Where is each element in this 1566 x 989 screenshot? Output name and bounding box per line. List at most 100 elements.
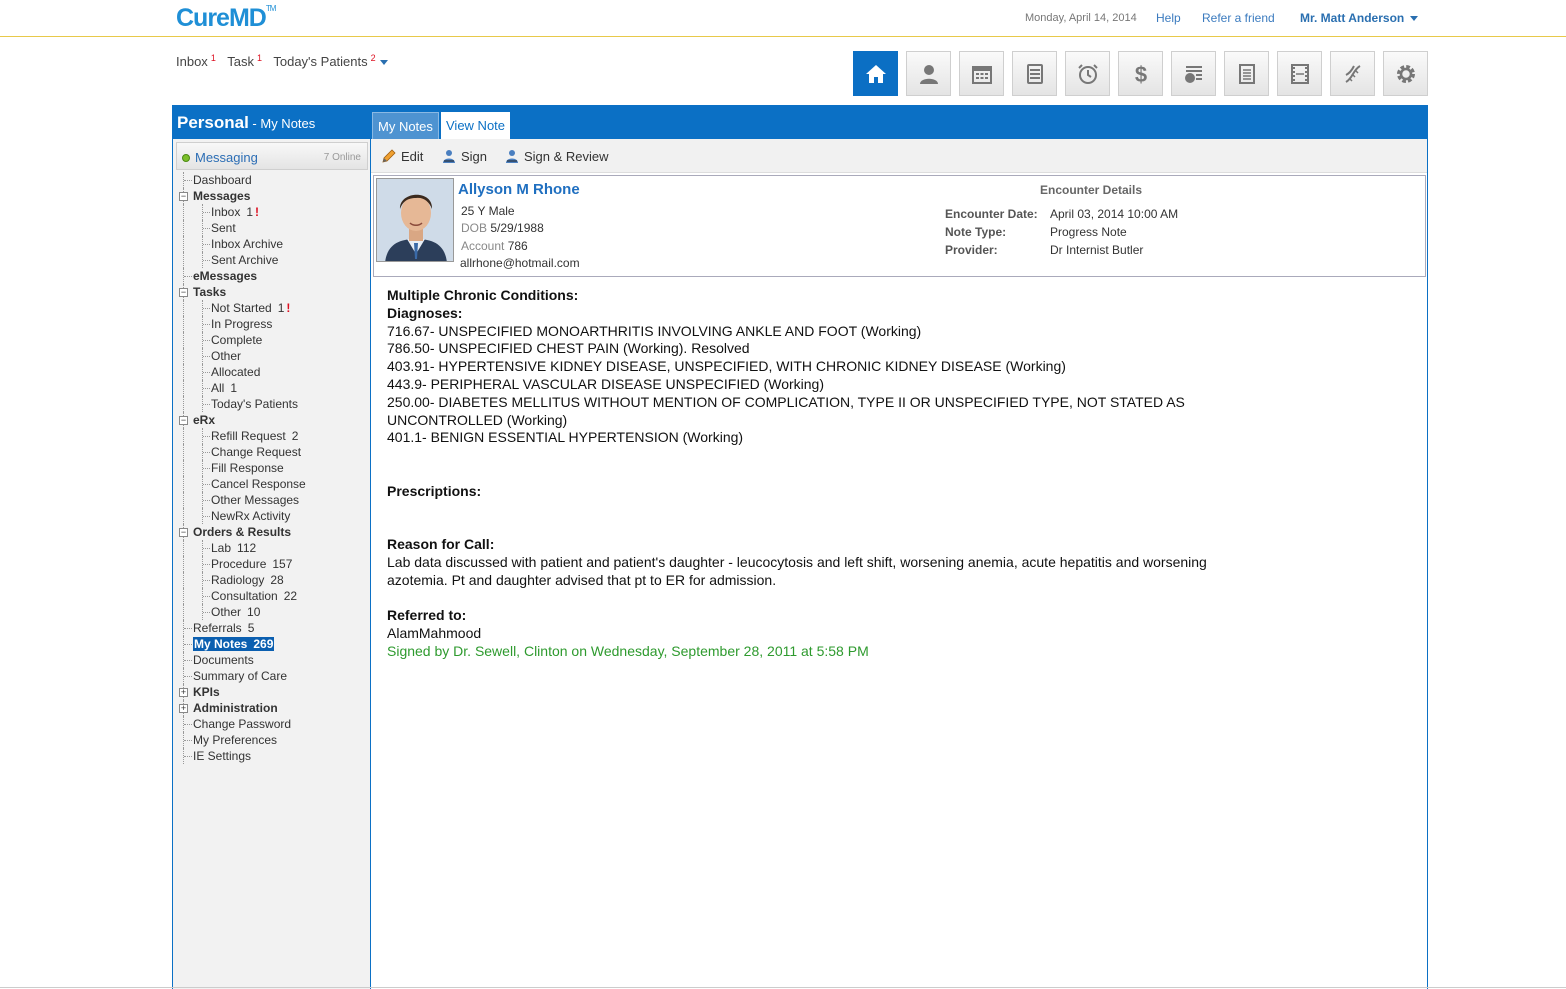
sidebar-item-label: eRx xyxy=(193,413,216,427)
sidebar-item-fill-response[interactable]: Fill Response xyxy=(177,460,367,476)
sidebar-item-all[interactable]: All 1 xyxy=(177,380,367,396)
tree-line xyxy=(183,588,184,604)
sidebar-item-my-preferences[interactable]: My Preferences xyxy=(177,732,367,748)
tree-line xyxy=(203,308,210,309)
tree-line xyxy=(203,372,210,373)
sidebar-item-messages[interactable]: − Messages xyxy=(177,188,367,204)
user-menu[interactable]: Mr. Matt Anderson xyxy=(1300,11,1419,25)
sidebar-item-erx[interactable]: − eRx xyxy=(177,412,367,428)
sidebar-item-lab[interactable]: Lab 112 xyxy=(177,540,367,556)
sidebar-item-label: Sent xyxy=(211,221,236,235)
alert-icon: ! xyxy=(255,205,260,219)
billing-dollar-button[interactable]: $ xyxy=(1118,51,1163,96)
tab-my-notes[interactable]: My Notes xyxy=(372,112,439,139)
item-count: 269 xyxy=(253,637,274,651)
sidebar-item-consultation[interactable]: Consultation 22 xyxy=(177,588,367,604)
tree-line xyxy=(183,492,184,508)
sign-review-button[interactable]: Sign & Review xyxy=(504,148,609,164)
calendar-button[interactable] xyxy=(959,51,1004,96)
sidebar-item-kpis[interactable]: + KPIs xyxy=(177,684,367,700)
sidebar-item-radiology[interactable]: Radiology 28 xyxy=(177,572,367,588)
patient-name-link[interactable]: Allyson M Rhone xyxy=(458,181,580,198)
sidebar-item-inbox-archive[interactable]: Inbox Archive xyxy=(177,236,367,252)
sidebar-item-sent[interactable]: Sent xyxy=(177,220,367,236)
sidebar-item-refill-request[interactable]: Refill Request 2 xyxy=(177,428,367,444)
tab-view-note[interactable]: View Note xyxy=(441,112,511,139)
sidebar-item-emessages[interactable]: eMessages xyxy=(177,268,367,284)
messaging-header[interactable]: Messaging 7 Online xyxy=(176,142,368,170)
tree-line xyxy=(203,500,210,501)
item-count: 5 xyxy=(247,621,255,635)
edit-button[interactable]: Edit xyxy=(381,148,423,164)
quick-link-inbox[interactable]: Inbox 1 xyxy=(176,53,216,69)
documents-button[interactable] xyxy=(1224,51,1269,96)
help-link[interactable]: Help xyxy=(1156,11,1181,25)
sidebar-item-newrx-activity[interactable]: NewRx Activity xyxy=(177,508,367,524)
tree-line xyxy=(184,676,192,677)
sidebar-item-procedure[interactable]: Procedure 157 xyxy=(177,556,367,572)
inbox-count-badge: 1 xyxy=(210,53,216,63)
sidebar-item-label: My Notes xyxy=(194,637,248,651)
sidebar-item-cancel-response[interactable]: Cancel Response xyxy=(177,476,367,492)
sidebar-item-other[interactable]: Other xyxy=(177,348,367,364)
sidebar-item-label: Cancel Response xyxy=(211,477,306,491)
sidebar-item-allocated[interactable]: Allocated xyxy=(177,364,367,380)
settings-button[interactable] xyxy=(1383,51,1428,96)
quick-link-todays-patients[interactable]: Today's Patients 2 xyxy=(273,53,388,69)
collapse-icon[interactable]: − xyxy=(179,288,188,297)
tree-line xyxy=(203,484,210,485)
home-button[interactable] xyxy=(853,51,898,96)
patient-button[interactable] xyxy=(906,51,951,96)
sidebar-item-referrals[interactable]: Referrals 5 xyxy=(177,620,367,636)
genomics-button[interactable] xyxy=(1330,51,1375,96)
sidebar-item-today-s-patients[interactable]: Today's Patients xyxy=(177,396,367,412)
svg-text:$: $ xyxy=(1134,62,1146,86)
sidebar-item-my-notes[interactable]: My Notes 269 xyxy=(177,636,367,652)
reason-line: Lab data discussed with patient and pati… xyxy=(387,553,1207,570)
sidebar-item-other[interactable]: Other 10 xyxy=(177,604,367,620)
billing-button[interactable] xyxy=(1171,51,1216,96)
collapse-icon[interactable]: − xyxy=(179,528,188,537)
note-type-row: Note Type: Progress Note xyxy=(945,225,1127,239)
alert-icon: ! xyxy=(286,301,291,315)
expand-icon[interactable]: + xyxy=(179,704,188,713)
diagnosis-line: 403.91- HYPERTENSIVE KIDNEY DISEASE, UNS… xyxy=(387,358,1066,375)
expand-icon[interactable]: + xyxy=(179,688,188,697)
messaging-label: Messaging xyxy=(195,150,258,165)
sign-button[interactable]: Sign xyxy=(441,148,487,164)
sidebar-item-label: Other xyxy=(211,349,242,363)
sidebar-item-label: Inbox Archive xyxy=(211,237,284,251)
sidebar-item-ie-settings[interactable]: IE Settings xyxy=(177,748,367,764)
sidebar-item-inbox[interactable]: Inbox 1! xyxy=(177,204,367,220)
sidebar-item-administration[interactable]: + Administration xyxy=(177,700,367,716)
sidebar-item-documents[interactable]: Documents xyxy=(177,652,367,668)
patient-summary: Allyson M Rhone 25 Y Male DOB 5/29/1988 … xyxy=(373,175,1426,277)
cabinet-button[interactable] xyxy=(1012,51,1057,96)
sidebar-item-tasks[interactable]: − Tasks xyxy=(177,284,367,300)
patient-photo xyxy=(376,178,454,262)
collapse-icon[interactable]: − xyxy=(179,416,188,425)
sidebar-item-complete[interactable]: Complete xyxy=(177,332,367,348)
curemd-logo[interactable]: CureMDTM xyxy=(176,4,276,33)
chevron-down-icon[interactable] xyxy=(379,60,388,66)
patient-email: allrhone@hotmail.com xyxy=(460,256,580,270)
sidebar-item-orders-results[interactable]: − Orders & Results xyxy=(177,524,367,540)
page-title: Personal - My Notes xyxy=(177,113,316,132)
film-icon xyxy=(1290,63,1309,84)
collapse-icon[interactable]: − xyxy=(179,192,188,201)
refer-friend-link[interactable]: Refer a friend xyxy=(1202,11,1275,25)
sidebar-item-change-request[interactable]: Change Request xyxy=(177,444,367,460)
alarm-button[interactable] xyxy=(1065,51,1110,96)
media-button[interactable] xyxy=(1277,51,1322,96)
sidebar-item-change-password[interactable]: Change Password xyxy=(177,716,367,732)
sidebar-item-in-progress[interactable]: In Progress xyxy=(177,316,367,332)
sidebar-item-other-messages[interactable]: Other Messages xyxy=(177,492,367,508)
sidebar-item-not-started[interactable]: Not Started 1! xyxy=(177,300,367,316)
main-content: Edit Sign Sign & Review Allyson M Rhone xyxy=(371,139,1428,989)
sidebar-item-dashboard[interactable]: Dashboard xyxy=(177,172,367,188)
sidebar-item-sent-archive[interactable]: Sent Archive xyxy=(177,252,367,268)
sidebar-item-summary-of-care[interactable]: Summary of Care xyxy=(177,668,367,684)
quick-link-task[interactable]: Task 1 xyxy=(227,53,262,69)
tree-line xyxy=(183,476,184,492)
referred-heading: Referred to: xyxy=(387,607,467,624)
